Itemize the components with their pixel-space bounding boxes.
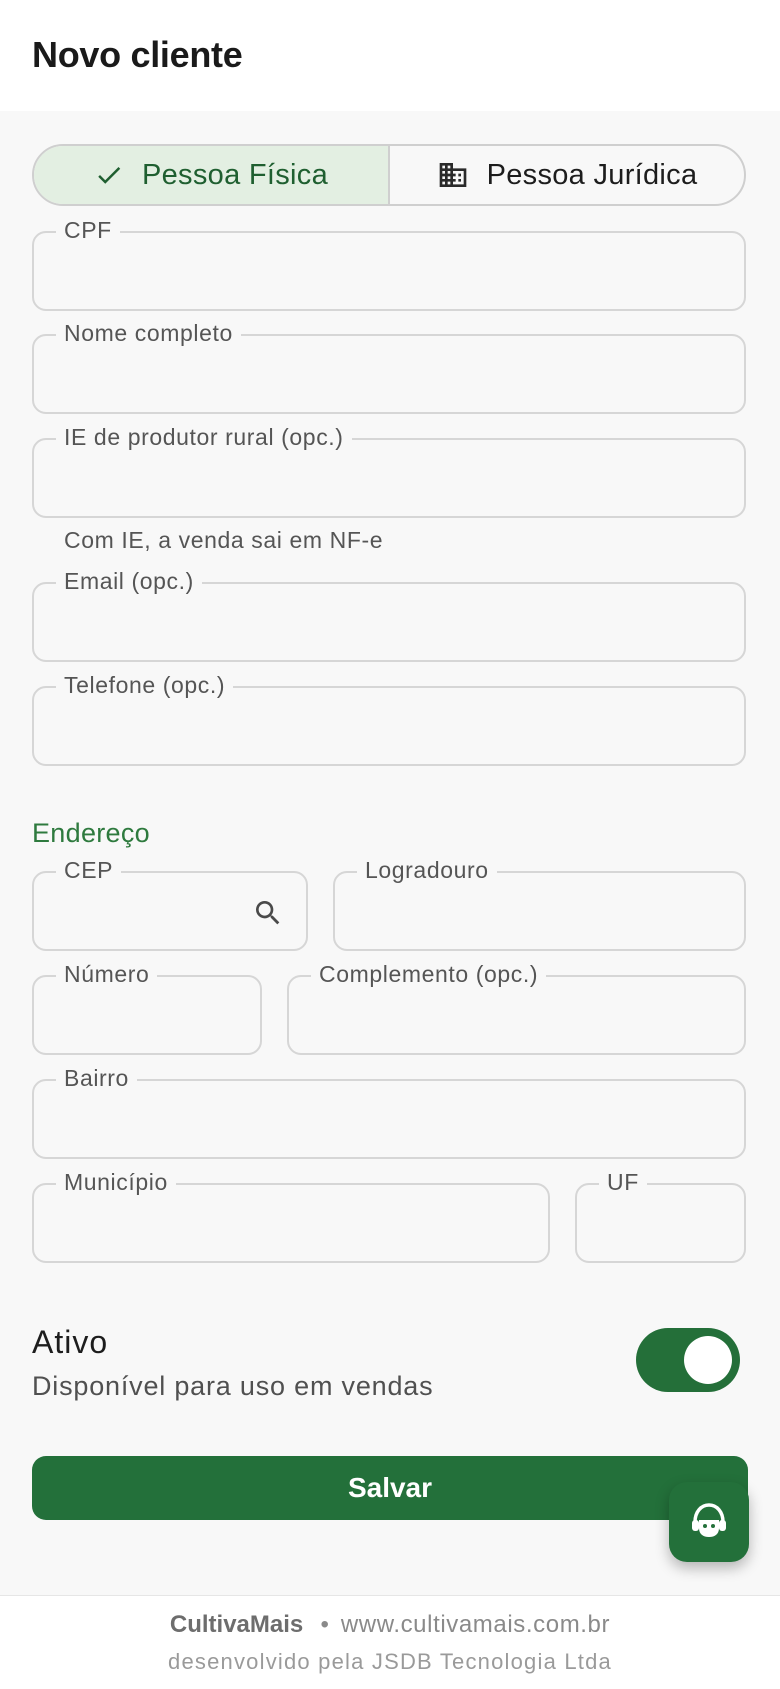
complemento-field[interactable]: Complemento (opc.) [287,960,746,1055]
field-label: Email (opc.) [56,567,202,595]
option-label: Pessoa Física [141,158,329,191]
field-label: CEP [56,856,122,884]
support-agent-icon [687,1498,731,1547]
field-label: Bairro [56,1064,137,1092]
save-button[interactable]: Salvar [32,1456,748,1520]
active-toggle[interactable] [636,1328,740,1392]
footer: CultivaMais • www.cultivamais.com.br des… [0,1595,780,1689]
app-bar: Novo cliente [0,0,780,111]
municipio-field[interactable]: Município [32,1168,550,1263]
uf-field[interactable]: UF [575,1168,746,1263]
field-label: Nome completo [56,319,241,347]
field-label: Complemento (opc.) [311,960,547,988]
toggle-knob [684,1336,732,1384]
telefone-field[interactable]: Telefone (opc.) [32,671,746,766]
numero-field[interactable]: Número [32,960,262,1055]
ie-produtor-rural-field[interactable]: IE de produtor rural (opc.) [32,423,746,518]
cpf-field[interactable]: CPF [32,216,746,311]
ie-helper-text: Com IE, a venda sai em NF-e [64,527,384,553]
bairro-field[interactable]: Bairro [32,1064,746,1159]
check-icon [94,160,124,190]
field-label: Logradouro [357,856,497,884]
footer-line-1: CultivaMais • www.cultivamais.com.br [0,1611,780,1639]
footer-developer: desenvolvido pela JSDB Tecnologia Ltda [168,1649,612,1674]
logradouro-field[interactable]: Logradouro [333,856,746,951]
field-label: CPF [56,216,120,244]
page-title: Novo cliente [32,34,243,75]
field-label: IE de produtor rural (opc.) [56,423,352,451]
active-subtitle: Disponível para uso em vendas [32,1371,434,1401]
active-title: Ativo [32,1324,109,1360]
footer-brand: CultivaMais [169,1611,304,1638]
person-type-toggle: Pessoa Física Pessoa Jurídica [32,144,746,206]
cep-field[interactable]: CEP [32,856,308,951]
address-section-title: Endereço [32,818,150,848]
option-label: Pessoa Jurídica [486,158,698,191]
option-pessoa-juridica[interactable]: Pessoa Jurídica [390,146,744,204]
field-label: UF [599,1168,647,1196]
nome-completo-field[interactable]: Nome completo [32,319,746,414]
building-icon [437,159,469,191]
field-label: Município [56,1168,176,1196]
field-label: Número [56,960,158,988]
support-button[interactable] [669,1482,749,1562]
email-field[interactable]: Email (opc.) [32,567,746,662]
field-label: Telefone (opc.) [56,671,234,699]
footer-site-link[interactable]: www.cultivamais.com.br [341,1611,610,1638]
footer-separator: • [320,1611,330,1638]
option-pessoa-fisica[interactable]: Pessoa Física [34,146,390,204]
search-icon[interactable] [252,897,284,934]
